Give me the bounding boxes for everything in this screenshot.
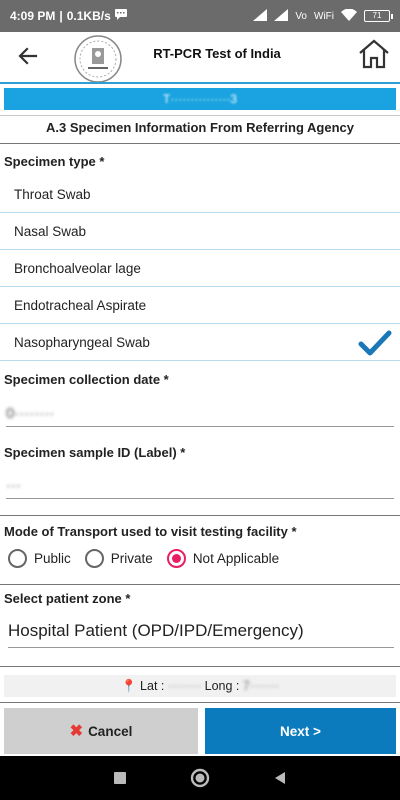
collection-date-value: 0········ xyxy=(6,405,55,422)
home-icon xyxy=(359,39,389,69)
square-icon xyxy=(114,772,126,784)
volte-label: Vo xyxy=(295,10,307,22)
signal-icon xyxy=(253,8,268,24)
long-label: Long : xyxy=(204,679,240,693)
radio-private[interactable]: Private xyxy=(84,549,153,568)
radio-circle xyxy=(8,549,27,568)
divider xyxy=(0,666,400,667)
radio-label: Public xyxy=(34,551,71,566)
section-title: A.3 Specimen Information From Referring … xyxy=(46,120,354,135)
radio-label: Not Applicable xyxy=(192,551,280,566)
divider xyxy=(0,515,400,516)
sample-id-field[interactable]: ··· xyxy=(6,477,394,499)
sample-id-label: Specimen sample ID (Label) * xyxy=(4,445,186,460)
status-right: Vo WiFi 71 xyxy=(253,8,393,24)
radio-circle xyxy=(166,549,186,568)
location-pin-icon: 📍 xyxy=(120,679,137,693)
long-value: 7······· xyxy=(242,679,279,693)
transport-radio-group: Public Private Not Applicable xyxy=(8,549,293,568)
wifi-label: WiFi xyxy=(314,10,334,22)
app-bar: RT-PCR Test of India xyxy=(0,32,400,83)
sample-id-value: ··· xyxy=(6,477,21,494)
specimen-option-bronchoalveolar[interactable]: Bronchoalveolar lage xyxy=(0,251,400,287)
specimen-option-nasopharyngeal[interactable]: Nasopharyngeal Swab xyxy=(0,325,400,361)
specimen-option-endotracheal[interactable]: Endotracheal Aspirate xyxy=(0,288,400,324)
signal-icon-2 xyxy=(274,8,289,24)
lat-value: ········ xyxy=(167,679,202,693)
status-left: 4:09 PM | 0.1KB/s xyxy=(10,9,127,23)
radio-circle xyxy=(84,549,104,568)
location-bar: 📍 Lat : ········ Long : 7······· xyxy=(4,675,396,697)
triangle-back-icon xyxy=(275,772,285,784)
lat-label: Lat : xyxy=(140,679,165,693)
home-button[interactable] xyxy=(356,36,392,72)
patient-id-banner: T···············3 xyxy=(4,88,396,110)
banner-text: T···············3 xyxy=(163,92,237,106)
system-nav-bar xyxy=(0,756,400,800)
specimen-option-nasal-swab[interactable]: Nasal Swab xyxy=(0,214,400,250)
patient-zone-select[interactable]: Hospital Patient (OPD/IPD/Emergency) xyxy=(8,621,394,648)
collection-date-label: Specimen collection date * xyxy=(4,372,169,387)
divider xyxy=(0,702,400,703)
status-bar: 4:09 PM | 0.1KB/s Vo WiFi 71 xyxy=(0,0,400,32)
divider xyxy=(0,115,400,116)
collection-date-field[interactable]: 0········ xyxy=(6,405,394,427)
patient-zone-label: Select patient zone * xyxy=(4,591,131,606)
home-system-button[interactable] xyxy=(188,766,212,790)
status-time: 4:09 PM xyxy=(10,9,56,23)
radio-label: Private xyxy=(110,551,153,566)
divider xyxy=(0,143,400,144)
recents-button[interactable] xyxy=(108,766,132,790)
specimen-option-label: Nasopharyngeal Swab xyxy=(14,335,150,350)
header-divider xyxy=(0,82,400,84)
radio-not-applicable[interactable]: Not Applicable xyxy=(166,549,280,568)
transport-label: Mode of Transport used to visit testing … xyxy=(4,524,297,539)
battery-icon: 71 xyxy=(364,10,393,22)
back-system-button[interactable] xyxy=(268,766,292,790)
next-label: Next > xyxy=(280,723,321,739)
specimen-type-label: Specimen type * xyxy=(4,154,105,169)
close-icon: ✖ xyxy=(69,723,84,740)
next-button[interactable]: Next > xyxy=(205,708,396,754)
cancel-button[interactable]: ✖ Cancel xyxy=(4,708,198,754)
status-speed: 0.1KB/s xyxy=(66,9,111,23)
message-icon xyxy=(114,9,127,23)
specimen-option-throat-swab[interactable]: Throat Swab xyxy=(0,177,400,213)
circle-icon xyxy=(190,768,210,788)
checkmark-icon xyxy=(358,330,392,356)
app-title: RT-PCR Test of India xyxy=(153,46,281,61)
cancel-label: Cancel xyxy=(88,723,133,739)
divider xyxy=(0,584,400,585)
wifi-icon xyxy=(341,8,357,24)
radio-public[interactable]: Public xyxy=(8,549,71,568)
